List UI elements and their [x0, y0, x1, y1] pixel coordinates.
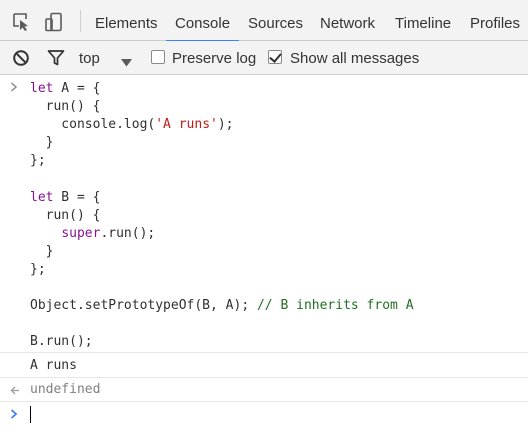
preserve-log-checkbox[interactable]: [151, 50, 165, 64]
code-text: B.run();: [30, 334, 93, 350]
prompt-chevron-icon: [10, 408, 18, 422]
console-code-line: }: [30, 134, 54, 152]
console-log-output: A runs: [30, 358, 77, 373]
filter-icon[interactable]: [47, 49, 65, 67]
tab-sources[interactable]: Sources: [248, 0, 303, 41]
console-panel: let A = { run() { console.log('A runs');…: [0, 76, 528, 445]
tab-timeline[interactable]: Timeline: [395, 0, 451, 41]
device-mode-icon[interactable]: [44, 12, 64, 32]
show-all-messages-checkbox[interactable]: [268, 50, 282, 64]
code-text: run() {: [30, 207, 101, 223]
tab-elements[interactable]: Elements: [95, 0, 158, 41]
inspect-element-icon[interactable]: [12, 12, 32, 32]
console-code-line: let A = {: [30, 80, 100, 98]
code-text: run() {: [30, 99, 101, 115]
console-input-cursor[interactable]: [30, 406, 31, 423]
tab-profiles[interactable]: Profiles: [470, 0, 520, 41]
console-code-line: run() {: [30, 207, 101, 225]
devtools-tabbar: Elements Console Sources Network Timelin…: [0, 0, 528, 42]
code-text: );: [217, 117, 234, 133]
tab-network[interactable]: Network: [320, 0, 375, 41]
console-code-line: let B = {: [30, 189, 100, 207]
return-value-icon: [10, 384, 20, 398]
code-keyword: let: [30, 81, 54, 96]
code-text: Object.setPrototypeOf(B, A);: [30, 298, 257, 314]
code-keyword: let: [30, 189, 54, 205]
console-code-line: run() {: [30, 98, 101, 116]
code-text: .run();: [100, 225, 156, 241]
console-row-divider: [0, 352, 528, 353]
clear-console-icon[interactable]: [12, 49, 30, 67]
code-text: }: [30, 135, 54, 151]
code-text: B = {: [53, 189, 101, 205]
console-return-value: undefined: [30, 382, 101, 397]
console-row-divider: [0, 377, 528, 378]
code-text: }: [30, 243, 54, 259]
console-code-line: };: [30, 261, 46, 279]
code-text: };: [30, 262, 46, 277]
console-row-divider: [0, 401, 528, 402]
code-keyword: super: [61, 225, 101, 241]
code-text: console.log(: [30, 117, 156, 133]
console-code-line: super.run();: [30, 225, 155, 243]
console-code-line: B.run();: [30, 333, 93, 351]
code-comment: // B inherits from A: [256, 298, 414, 314]
chevron-down-icon[interactable]: [121, 54, 132, 72]
code-string: 'A runs': [155, 117, 218, 133]
code-text: A = {: [53, 81, 101, 96]
tabbar-divider: [80, 10, 81, 32]
code-text: };: [30, 153, 46, 169]
input-chevron-icon: [10, 81, 18, 95]
show-all-messages-label[interactable]: Show all messages: [290, 41, 419, 76]
console-code-line: console.log('A runs');: [30, 116, 234, 134]
console-code-line: }: [30, 243, 54, 261]
console-code-line: Object.setPrototypeOf(B, A); // B inheri…: [30, 297, 414, 315]
console-code-line: };: [30, 152, 46, 170]
tab-console[interactable]: Console: [165, 0, 240, 42]
preserve-log-label[interactable]: Preserve log: [172, 41, 256, 76]
console-toolbar: top Preserve log Show all messages: [0, 41, 528, 75]
context-selector[interactable]: top: [79, 41, 100, 76]
